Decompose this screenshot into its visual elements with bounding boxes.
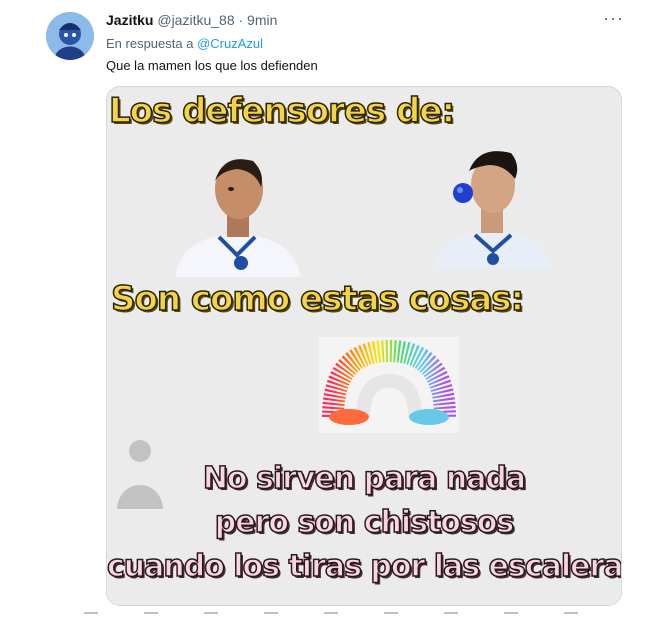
handle-and-time[interactable]: @jazitku_88 · 9min (157, 12, 277, 28)
tweet-header: Jazitku @jazitku_88 · 9min (106, 12, 277, 28)
meme-line-3b: pero son chistosos (214, 504, 515, 541)
tweet-media-image[interactable]: Los defensores de: Son como estas cosas: (106, 86, 622, 606)
player-photo-left (175, 159, 301, 277)
rainbow-slinky-image (319, 337, 459, 433)
reply-prefix: En respuesta a (106, 36, 194, 51)
reply-mention-link[interactable]: @CruzAzul (197, 36, 263, 51)
meme-line-3c: cuando los tiras por las escaleras (107, 548, 622, 585)
more-horizontal-icon[interactable]: ··· (603, 8, 624, 29)
reply-context: En respuesta a @CruzAzul (106, 36, 263, 51)
avatar-image (46, 12, 94, 60)
avatar[interactable] (46, 12, 94, 60)
display-name[interactable]: Jazitku (106, 12, 153, 28)
meme-line-3a: No sirven para nada (202, 460, 527, 497)
meme-line-3: No sirven para nada pero son chistosos c… (107, 457, 621, 589)
action-bar-partial (84, 612, 598, 614)
tweet-card[interactable]: Jazitku @jazitku_88 · 9min ··· En respue… (22, 0, 642, 620)
player-photo-right-clown-nose (433, 151, 553, 269)
tweet-text: Que la mamen los que los defienden (106, 58, 318, 73)
meme-line-2: Son como estas cosas: (110, 278, 525, 320)
meme-line-1: Los defensores de: (108, 90, 456, 132)
